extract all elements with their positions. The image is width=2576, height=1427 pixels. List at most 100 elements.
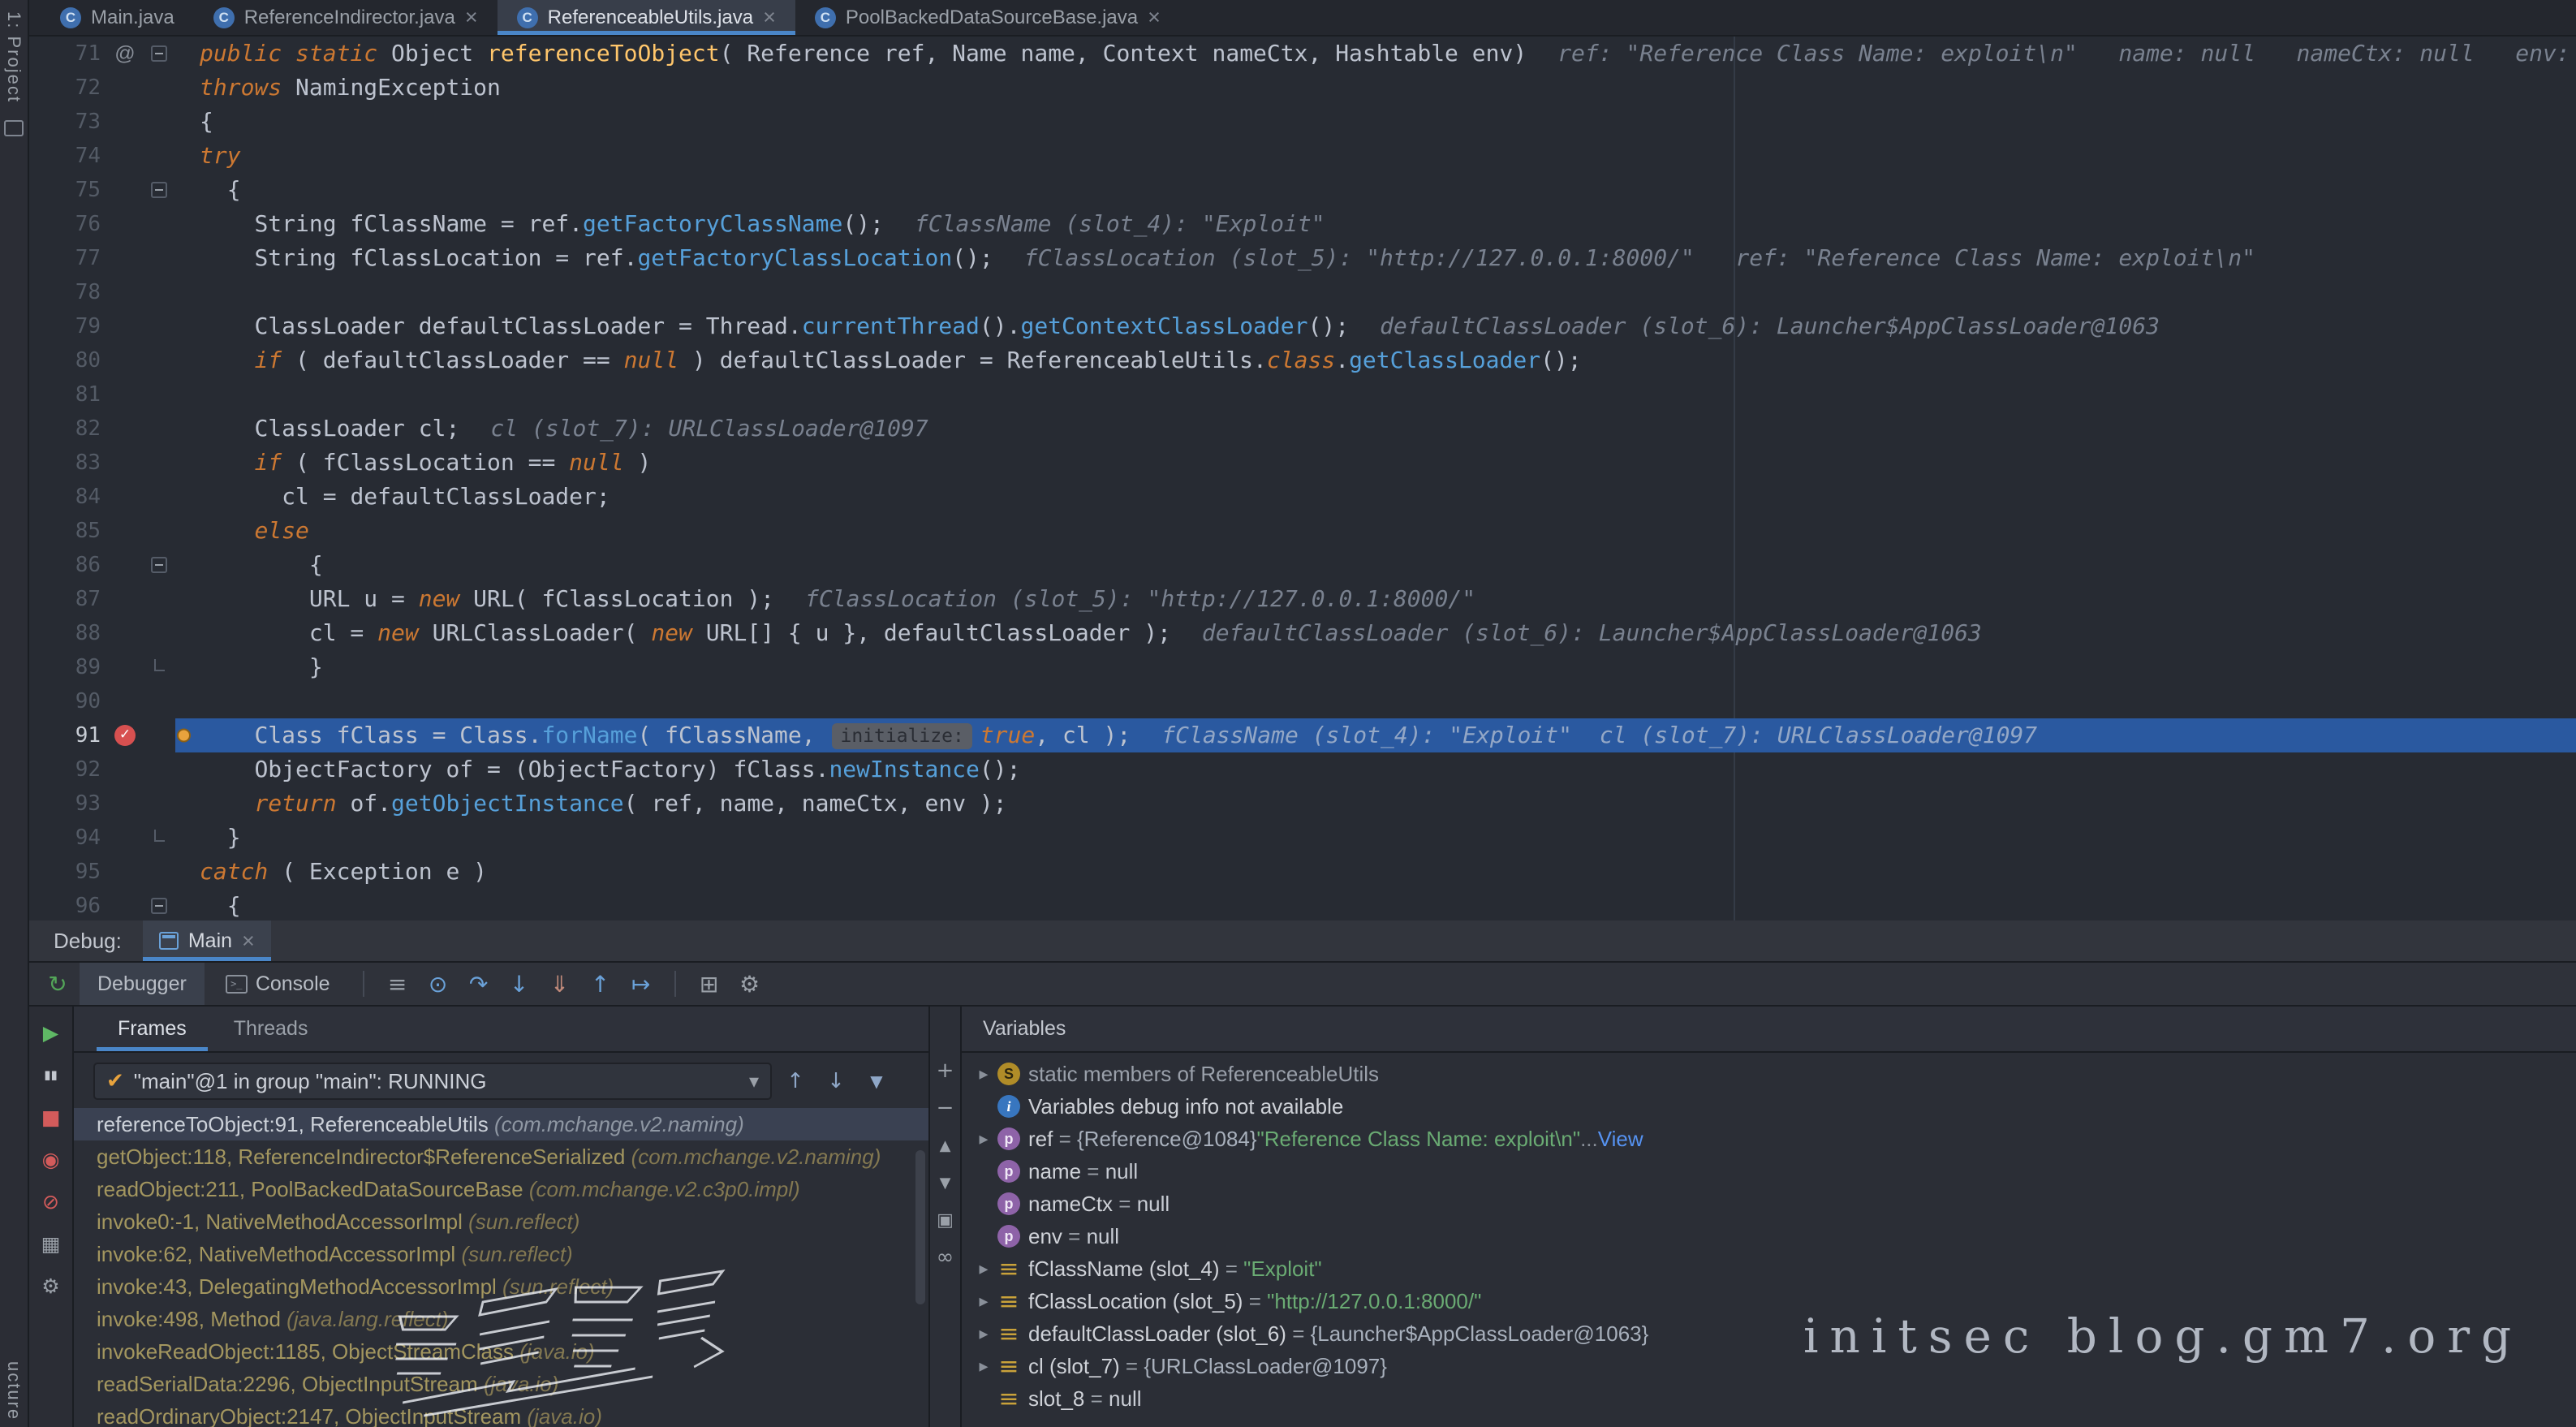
frame-row[interactable]: referenceToObject:91, ReferenceableUtils… xyxy=(74,1108,928,1140)
chevron-right-icon[interactable] xyxy=(971,1129,996,1149)
code-line[interactable]: 79 ClassLoader defaultClassLoader = Thre… xyxy=(29,309,2576,343)
editor-tab-4[interactable]: PoolBackedDataSourceBase.java xyxy=(795,0,1180,35)
chevron-right-icon[interactable] xyxy=(971,1356,996,1377)
variable-row[interactable]: cl (slot_7) = {URLClassLoader@1097} xyxy=(962,1350,2576,1382)
tab-threads[interactable]: Threads xyxy=(213,1007,330,1051)
rerun-debug-icon[interactable]: ↻ xyxy=(39,968,76,1000)
move-watch-down-icon[interactable]: ▼ xyxy=(932,1170,959,1195)
copy-value-icon[interactable]: ▣ xyxy=(932,1208,959,1232)
close-icon[interactable] xyxy=(465,6,478,28)
fold-collapse-icon[interactable] xyxy=(151,557,167,573)
code-line[interactable]: 92 ObjectFactory of = (ObjectFactory) fC… xyxy=(29,752,2576,787)
close-icon[interactable] xyxy=(242,930,255,952)
code-line[interactable]: 71@public static Object referenceToObjec… xyxy=(29,37,2576,71)
chevron-right-icon[interactable] xyxy=(971,1259,996,1279)
frame-row[interactable]: invoke:498, Method (java.lang.reflect) xyxy=(74,1303,928,1335)
force-step-into-icon[interactable]: ⇓ xyxy=(541,968,579,1000)
variable-row[interactable]: name = null xyxy=(962,1155,2576,1188)
variable-row[interactable]: ref = {Reference@1084} "Reference Class … xyxy=(962,1123,2576,1155)
fold-end-icon[interactable] xyxy=(154,659,165,671)
step-into-icon[interactable]: ↓ xyxy=(501,968,538,1000)
variable-row[interactable]: fClassLocation (slot_5) = "http://127.0.… xyxy=(962,1285,2576,1317)
code-line[interactable]: 77 String fClassLocation = ref.getFactor… xyxy=(29,241,2576,275)
step-over-icon[interactable]: ↷ xyxy=(460,968,498,1000)
code-line[interactable]: 80 if ( defaultClassLoader == null ) def… xyxy=(29,343,2576,377)
code-line[interactable]: 91 Class fClass = Class.forName( fClassN… xyxy=(29,718,2576,752)
code-line[interactable]: 78 xyxy=(29,275,2576,309)
chevron-right-icon[interactable] xyxy=(971,1291,996,1312)
code-line[interactable]: 82 ClassLoader cl;cl (slot_7): URLClassL… xyxy=(29,412,2576,446)
code-line[interactable]: 86 { xyxy=(29,548,2576,582)
run-to-cursor-icon[interactable]: ↦ xyxy=(622,968,660,1000)
show-watches-icon[interactable]: ∞ xyxy=(932,1245,959,1270)
code-line[interactable]: 87 URL u = new URL( fClassLocation );fCl… xyxy=(29,582,2576,616)
variable-row[interactable]: env = null xyxy=(962,1220,2576,1252)
code-line[interactable]: 72throws NamingException xyxy=(29,71,2576,105)
code-line[interactable]: 84 cl = defaultClassLoader; xyxy=(29,480,2576,514)
variable-row[interactable]: fClassName (slot_4) = "Exploit" xyxy=(962,1252,2576,1285)
frame-row[interactable]: readObject:211, PoolBackedDataSourceBase… xyxy=(74,1173,928,1205)
debugger-tab-debugger[interactable]: Debugger xyxy=(80,963,205,1005)
frame-row[interactable]: invoke0:-1, NativeMethodAccessorImpl (su… xyxy=(74,1205,928,1238)
resume-icon[interactable]: ▶ xyxy=(37,1020,66,1045)
code-line[interactable]: 76 String fClassName = ref.getFactoryCla… xyxy=(29,207,2576,241)
editor[interactable]: 71@public static Object referenceToObjec… xyxy=(29,37,2576,920)
code-line[interactable]: 90 xyxy=(29,684,2576,718)
close-icon[interactable] xyxy=(763,6,776,28)
fold-collapse-icon[interactable] xyxy=(151,182,167,198)
variable-row[interactable]: static members of ReferenceableUtils xyxy=(962,1058,2576,1090)
step-out-icon[interactable]: ↑ xyxy=(582,968,619,1000)
mute-breakpoints-icon[interactable]: ⊘ xyxy=(37,1188,66,1214)
editor-tab-3[interactable]: ReferenceableUtils.java xyxy=(498,0,795,35)
view-breakpoints-icon[interactable]: ◉ xyxy=(37,1146,66,1172)
code-line[interactable]: 83 if ( fClassLocation == null ) xyxy=(29,446,2576,480)
project-tool-button[interactable]: 1: Project xyxy=(3,11,24,103)
chevron-right-icon[interactable] xyxy=(971,1324,996,1344)
fold-collapse-icon[interactable] xyxy=(151,898,167,914)
structure-tool-button[interactable]: ucture xyxy=(3,1361,24,1421)
frame-row[interactable]: invokeReadObject:1185, ObjectStreamClass… xyxy=(74,1335,928,1368)
move-watch-up-icon[interactable]: ▲ xyxy=(932,1133,959,1158)
code-line[interactable]: 88 cl = new URLClassLoader( new URL[] { … xyxy=(29,616,2576,650)
variable-row[interactable]: slot_8 = null xyxy=(962,1382,2576,1415)
frames-scrollbar-thumb[interactable] xyxy=(915,1150,925,1304)
code-line[interactable]: 95catch ( Exception e ) xyxy=(29,855,2576,889)
debugger-tab-console[interactable]: Console xyxy=(208,963,348,1005)
variable-row[interactable]: nameCtx = null xyxy=(962,1188,2576,1220)
tab-frames[interactable]: Frames xyxy=(97,1007,208,1051)
stop-icon[interactable]: ■ xyxy=(37,1104,66,1130)
prev-frame-icon[interactable]: ↑ xyxy=(778,1069,812,1093)
code-line[interactable]: 96 { xyxy=(29,889,2576,920)
code-line[interactable]: 75 { xyxy=(29,173,2576,207)
variable-row[interactable]: Variables debug info not available xyxy=(962,1090,2576,1123)
frame-row[interactable]: invoke:43, DelegatingMethodAccessorImpl … xyxy=(74,1270,928,1303)
code-line[interactable]: 89 } xyxy=(29,650,2576,684)
variable-row[interactable]: defaultClassLoader (slot_6) = {Launcher$… xyxy=(962,1317,2576,1350)
view-options-icon[interactable]: ≡ xyxy=(379,968,416,1000)
code-line[interactable]: 81 xyxy=(29,377,2576,412)
thread-dump-icon[interactable]: ▦ xyxy=(37,1231,66,1257)
view-as-table-icon[interactable]: ⊞ xyxy=(691,968,728,1000)
debugger-settings-icon[interactable]: ⚙ xyxy=(731,968,769,1000)
show-execution-point-icon[interactable]: ⊙ xyxy=(420,968,457,1000)
remove-watch-icon[interactable]: − xyxy=(932,1096,959,1120)
frame-row[interactable]: readSerialData:2296, ObjectInputStream (… xyxy=(74,1368,928,1400)
editor-tab-2[interactable]: ReferenceIndirector.java xyxy=(194,0,498,35)
code-line[interactable]: 94 } xyxy=(29,821,2576,855)
frame-row[interactable]: getObject:118, ReferenceIndirector$Refer… xyxy=(74,1140,928,1173)
frame-row[interactable]: readOrdinaryObject:2147, ObjectInputStre… xyxy=(74,1400,928,1427)
next-frame-icon[interactable]: ↓ xyxy=(819,1069,853,1093)
close-icon[interactable] xyxy=(1148,6,1161,28)
fold-end-icon[interactable] xyxy=(154,830,165,842)
debug-settings-icon[interactable]: ⚙ xyxy=(37,1273,66,1299)
fold-collapse-icon[interactable] xyxy=(151,45,167,62)
thread-selector[interactable]: "main"@1 in group "main": RUNNING xyxy=(93,1063,772,1100)
view-link[interactable]: View xyxy=(1598,1127,1643,1152)
code-line[interactable]: 93 return of.getObjectInstance( ref, nam… xyxy=(29,787,2576,821)
code-line[interactable]: 73{ xyxy=(29,105,2576,139)
frame-row[interactable]: invoke:62, NativeMethodAccessorImpl (sun… xyxy=(74,1238,928,1270)
breakpoint-icon[interactable] xyxy=(107,718,143,752)
filter-frames-icon[interactable]: ▼ xyxy=(859,1071,894,1091)
chevron-right-icon[interactable] xyxy=(971,1064,996,1084)
pause-icon[interactable]: ▮▮ xyxy=(37,1062,66,1088)
